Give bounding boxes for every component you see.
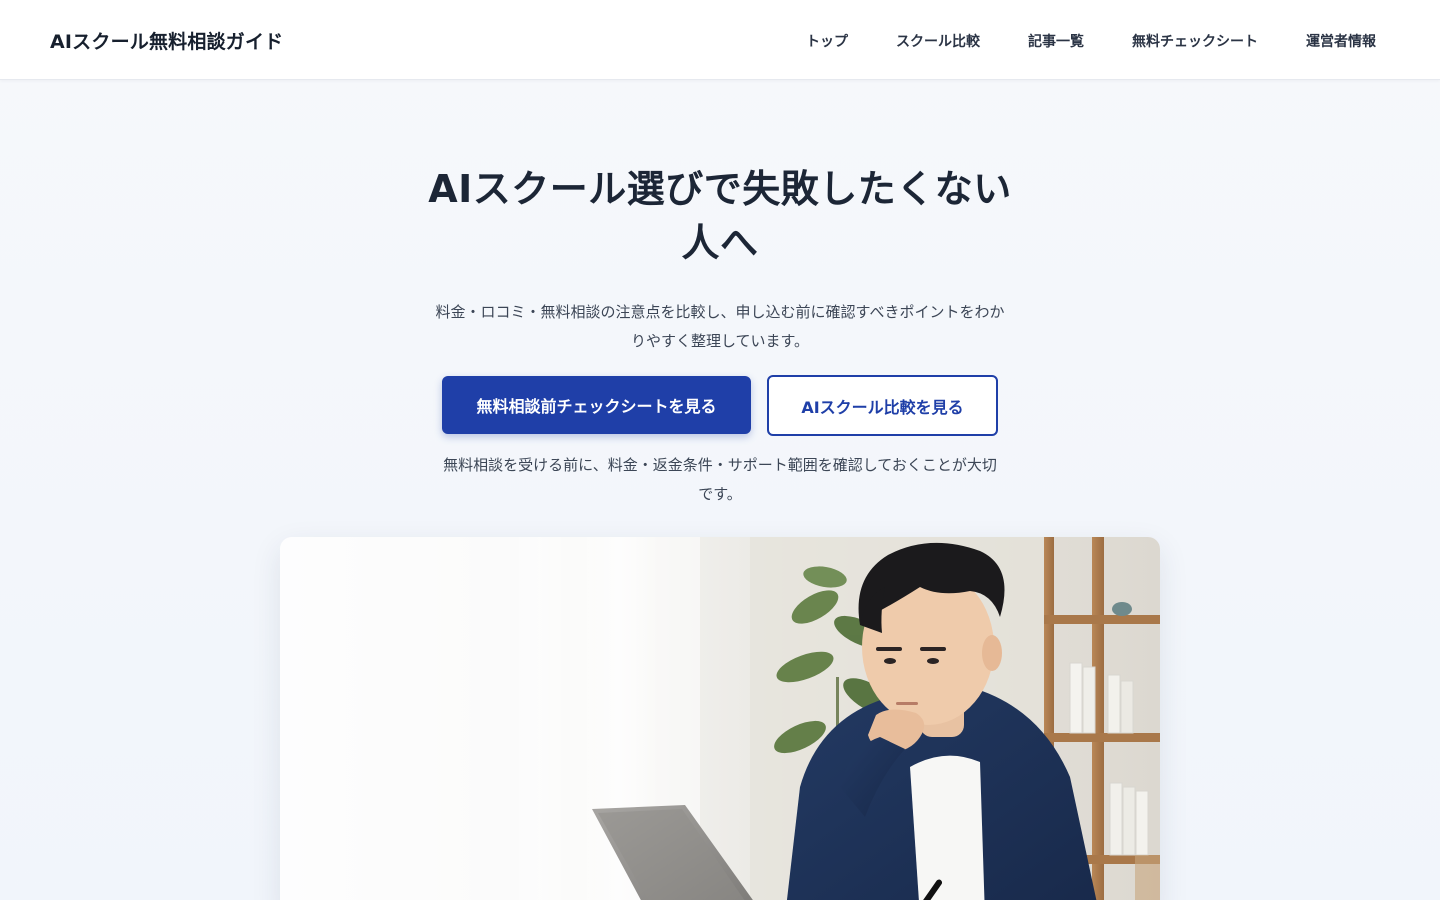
- hero-title-line2: 人へ: [681, 221, 759, 265]
- hero-note-line1: 無料相談を受ける前に、料金・返金条件・サポート範囲を確認しておくことが大切: [443, 456, 997, 474]
- nav-item-top[interactable]: トップ: [806, 31, 848, 51]
- hero-subtitle: 料金・ロコミ・無料相談の注意点を比較し、申し込む前に確認すべきポイントをわか り…: [420, 298, 1020, 356]
- hero-subtitle-line1: 料金・ロコミ・無料相談の注意点を比較し、申し込む前に確認すべきポイントをわか: [435, 303, 1005, 321]
- school-compare-button[interactable]: AIスクール比較を見る: [767, 375, 998, 436]
- hero-title: AIスクール選びで失敗したくない 人へ: [320, 162, 1120, 270]
- hero-image: [280, 537, 1160, 900]
- hero-note: 無料相談を受ける前に、料金・返金条件・サポート範囲を確認しておくことが大切 です…: [430, 451, 1010, 509]
- man-thinking-at-laptop-illustration: [280, 537, 1160, 900]
- main-nav: トップ スクール比較 記事一覧 無料チェックシート 運営者情報: [758, 31, 1376, 51]
- nav-item-school-compare[interactable]: スクール比較: [896, 31, 980, 51]
- hero-note-line2: です。: [698, 485, 742, 503]
- hero-subtitle-line2: りやすく整理しています。: [630, 332, 810, 350]
- nav-item-articles[interactable]: 記事一覧: [1028, 31, 1084, 51]
- site-header: AIスクール無料相談ガイド トップ スクール比較 記事一覧 無料チェックシート …: [0, 0, 1440, 80]
- nav-item-operator-info[interactable]: 運営者情報: [1306, 31, 1376, 51]
- hero-title-line1: AIスクール選びで失敗したくない: [428, 167, 1012, 211]
- site-logo[interactable]: AIスクール無料相談ガイド: [50, 27, 283, 54]
- checksheet-button[interactable]: 無料相談前チェックシートを見る: [442, 376, 751, 434]
- nav-item-checksheet[interactable]: 無料チェックシート: [1132, 31, 1258, 51]
